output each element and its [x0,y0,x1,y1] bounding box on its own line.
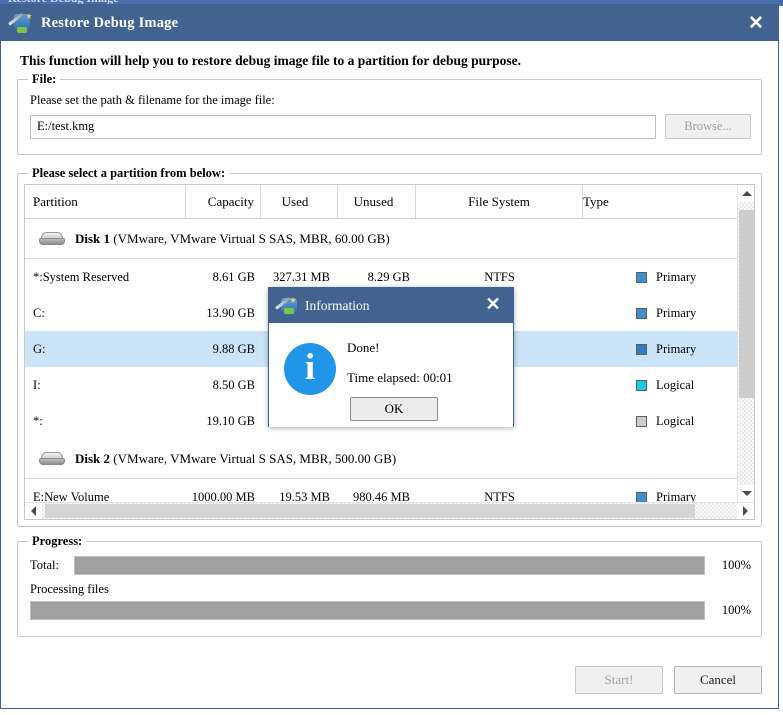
cell-capacity: 8.50 GB [212,377,255,392]
processing-progress-bar [30,601,705,620]
cell-capacity: 13.90 GB [206,305,255,320]
image-file-path-input[interactable] [30,114,656,139]
file-group-legend: File: [28,72,61,87]
disk-icon [39,232,65,245]
information-dialog-titlebar: Information ✕ [269,288,513,323]
disk-name: Disk 1 [75,230,111,246]
file-hint-label: Please set the path & filename for the i… [30,93,275,107]
intro-text: This function will help you to restore d… [20,53,522,68]
information-dialog-title: Information [305,297,370,313]
partition-type-swatch [636,379,647,391]
disk-row[interactable]: Disk 1 (VMware, VMware Virtual S SAS, MB… [25,219,737,259]
processing-progress-fill [31,602,704,619]
horizontal-scrollbar[interactable] [25,502,754,519]
total-label: Total: [30,558,59,572]
horizontal-scrollbar-thumb[interactable] [45,504,695,518]
cancel-button[interactable]: Cancel [674,666,762,694]
processing-progress-percent: 100% [721,603,751,617]
column-header-used[interactable]: Used [261,185,338,218]
total-progress-percent: 100% [721,558,751,572]
scroll-right-icon[interactable] [737,503,754,519]
info-icon: i [284,343,336,395]
footer-buttons: Start! Cancel [575,666,762,694]
file-group: File: Please set the path & filename for… [17,72,762,155]
disk-icon [39,452,65,465]
partition-group-legend: Please select a partition from below: [28,166,230,181]
partition-type-swatch [636,307,647,319]
information-dialog: Information ✕ i Done! Time elapsed: 00:0… [268,287,514,427]
partition-type-label: Primary [656,489,697,503]
scroll-down-icon[interactable] [738,485,754,502]
partition-row[interactable]: E:New Volume 1000.00 MB 19.53 MB 980.46 MB N… [25,479,737,502]
cell-type: Logical [583,403,737,439]
cell-used: 19.53 MB [279,489,330,503]
disk-details: (VMware, VMware Virtual S SAS, MBR, 60.0… [113,230,390,246]
wizard-icon [8,12,33,34]
column-header-capacity[interactable]: Capacity [186,185,261,218]
browse-button[interactable]: Browse... [665,114,751,139]
cell-capacity: 1000.00 MB [191,489,255,503]
cell-type: Logical [583,367,737,403]
disk-details: (VMware, VMware Virtual S SAS, MBR, 500.… [113,450,397,466]
progress-group: Progress: Total: 100% Processing files 1… [17,534,762,637]
information-dialog-body: i Done! Time elapsed: 00:01 OK [269,323,513,427]
total-progress-row: Total: 100% [18,556,761,575]
cell-type: Primary [583,331,737,367]
processing-files-label: Processing files [30,582,109,596]
cell-capacity: 9.88 GB [212,341,255,356]
window-titlebar: Restore Debug Image ✕ [1,5,778,41]
cell-partition: *:System Reserved [33,269,130,284]
partition-type-label: Logical [656,413,695,428]
partition-type-swatch [636,343,647,355]
screen-root: Restore Debug Image Restore Debug Image … [0,0,783,715]
partition-type-label: Logical [656,377,695,392]
partition-type-label: Primary [656,305,697,320]
vertical-scrollbar[interactable] [737,185,754,502]
cell-type: Primary [583,479,737,502]
cell-type: Primary [583,259,737,295]
vertical-scrollbar-thumb[interactable] [739,210,754,398]
cell-capacity: 19.10 GB [206,413,255,428]
partition-type-swatch [636,415,647,427]
scroll-up-icon[interactable] [738,185,754,202]
info-icon-glyph: i [304,347,316,388]
total-progress-fill [75,557,704,574]
column-header-partition[interactable]: Partition [25,185,186,218]
partition-type-label: Primary [656,269,697,284]
partition-table-header: Partition Capacity Used Unused File Syst… [25,185,754,219]
cell-partition: E:New Volume [33,489,110,503]
cell-partition: I: [33,377,41,392]
close-icon[interactable]: ✕ [482,294,504,315]
disk-label: Disk 1 (VMware, VMware Virtual S SAS, MB… [75,231,390,247]
cell-unused: 980.46 MB [353,489,410,503]
partition-type-label: Primary [656,341,697,356]
cell-type: Primary [583,295,737,331]
start-button[interactable]: Start! [575,666,663,694]
partition-type-swatch [636,491,647,502]
column-header-unused[interactable]: Unused [338,185,416,218]
cell-partition: G: [33,341,46,356]
window-title: Restore Debug Image [41,14,179,31]
cell-partition: *: [33,413,43,428]
column-header-type[interactable]: Type [583,185,754,218]
scroll-left-icon[interactable] [25,503,42,519]
column-header-filesystem[interactable]: File System [416,185,583,218]
cell-partition: C: [33,305,45,320]
ok-button[interactable]: OK [350,397,438,421]
total-progress-bar [74,556,705,575]
close-icon[interactable]: ✕ [744,12,768,34]
disk-name: Disk 2 [75,450,111,466]
cell-filesystem: NTFS [484,489,515,503]
information-message: Done! [347,340,380,355]
file-row: Browse... [18,108,761,139]
progress-group-legend: Progress: [28,534,87,549]
cell-capacity: 8.61 GB [212,269,255,284]
processing-progress-row: 100% [18,601,761,620]
wizard-icon [275,296,297,315]
disk-row[interactable]: Disk 2 (VMware, VMware Virtual S SAS, MB… [25,439,737,479]
disk-label: Disk 2 (VMware, VMware Virtual S SAS, MB… [75,451,396,467]
time-elapsed-text: Time elapsed: 00:01 [347,370,453,385]
partition-type-swatch [636,271,647,283]
